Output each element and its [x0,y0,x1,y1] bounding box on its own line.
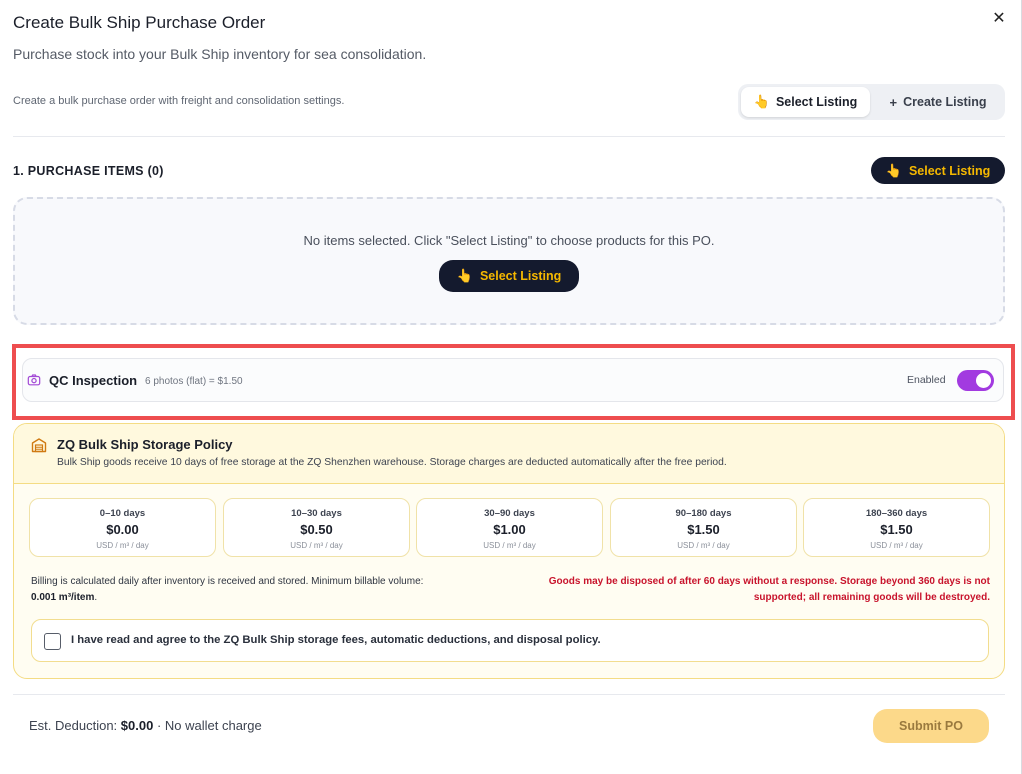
tier-range: 180–360 days [865,508,928,519]
disposal-warning: Goods may be disposed of after 60 days w… [548,576,990,603]
modal-title: Create Bulk Ship Purchase Order [13,13,266,32]
tier-price: $1.50 [880,522,913,537]
storage-policy-card: ZQ Bulk Ship Storage Policy Bulk Ship go… [13,423,1005,679]
warehouse-icon [31,438,47,453]
empty-select-listing-button[interactable]: 👆 Select Listing [439,260,579,292]
qc-inspection-detail: 6 photos (flat) = $1.50 [145,376,243,387]
estimated-deduction: Est. Deduction: $0.00 · No wallet charge [29,718,262,733]
billing-note: Billing is calculated daily after invent… [31,574,521,606]
tier-range: 90–180 days [675,508,732,519]
tier-price: $0.50 [300,522,333,537]
select-listing-button[interactable]: 👆 Select Listing [871,157,1005,184]
qc-status-label: Enabled [907,374,946,386]
storage-tier-card: 10–30 days $0.50 USD / m³ / day [223,498,410,557]
tier-unit: USD / m³ / day [483,541,536,550]
est-value: $0.00 [120,718,154,733]
agree-checkbox[interactable] [44,633,61,650]
tier-unit: USD / m³ / day [870,541,923,550]
pointing-hand-icon: 👆 [753,94,770,109]
storage-policy-title: ZQ Bulk Ship Storage Policy [57,437,233,452]
select-listing-tab[interactable]: 👆 Select Listing [741,87,870,117]
est-note: · No wallet charge [156,718,262,733]
storage-policy-subtitle: Bulk Ship goods receive 10 days of free … [57,457,727,468]
listing-mode-switch: 👆 Select Listing + Create Listing [738,84,1005,120]
storage-tier-card: 90–180 days $1.50 USD / m³ / day [610,498,797,557]
select-listing-tab-label: Select Listing [775,95,858,109]
modal-subtitle: Purchase stock into your Bulk Ship inven… [13,46,427,62]
qc-inspection-row: QC Inspection 6 photos (flat) = $1.50 En… [22,358,1004,402]
tier-price: $1.50 [687,522,720,537]
purchase-items-title: 1. PURCHASE ITEMS (0) [13,164,164,178]
close-icon[interactable]: ✕ [990,10,1008,28]
billing-end: . [94,592,98,603]
storage-tier-card: 0–10 days $0.00 USD / m³ / day [29,498,216,557]
tier-price: $0.00 [106,522,139,537]
camera-icon [27,374,41,386]
header-divider [13,136,1005,137]
create-listing-tab-label: Create Listing [903,95,987,109]
billing-min-volume: 0.001 m³/item [31,592,95,603]
plus-icon: + [889,94,898,110]
tier-range: 0–10 days [99,508,146,519]
est-label: Est. Deduction: [29,718,118,733]
create-listing-tab[interactable]: + Create Listing [874,87,1002,117]
agree-label: I have read and agree to the ZQ Bulk Shi… [71,634,601,646]
tier-unit: USD / m³ / day [290,541,343,550]
policy-agreement: I have read and agree to the ZQ Bulk Shi… [31,619,989,662]
submit-po-button[interactable]: Submit PO [873,709,989,743]
footer-divider [13,694,1005,695]
tier-unit: USD / m³ / day [677,541,730,550]
select-listing-button-label: Select Listing [908,163,991,178]
tier-range: 10–30 days [291,508,342,519]
storage-tier-card: 30–90 days $1.00 USD / m³ / day [416,498,603,557]
tier-unit: USD / m³ / day [96,541,149,550]
storage-tier-card: 180–360 days $1.50 USD / m³ / day [803,498,990,557]
storage-policy-header: ZQ Bulk Ship Storage Policy Bulk Ship go… [14,424,1004,484]
qc-inspection-title: QC Inspection [49,373,138,388]
pointing-hand-icon: 👆 [456,268,473,283]
billing-text: Billing is calculated daily after invent… [31,576,424,587]
modal-description: Create a bulk purchase order with freigh… [13,95,345,107]
qc-inspection-toggle[interactable] [957,370,994,391]
create-po-modal: Create Bulk Ship Purchase Order ✕ Purcha… [0,0,1022,774]
empty-select-listing-label: Select Listing [479,269,562,283]
empty-items-text: No items selected. Click "Select Listing… [303,233,715,248]
tier-range: 30–90 days [484,508,535,519]
empty-items-dropzone: No items selected. Click "Select Listing… [13,197,1005,325]
pointing-hand-icon: 👆 [885,162,902,178]
tier-price: $1.00 [493,522,526,537]
